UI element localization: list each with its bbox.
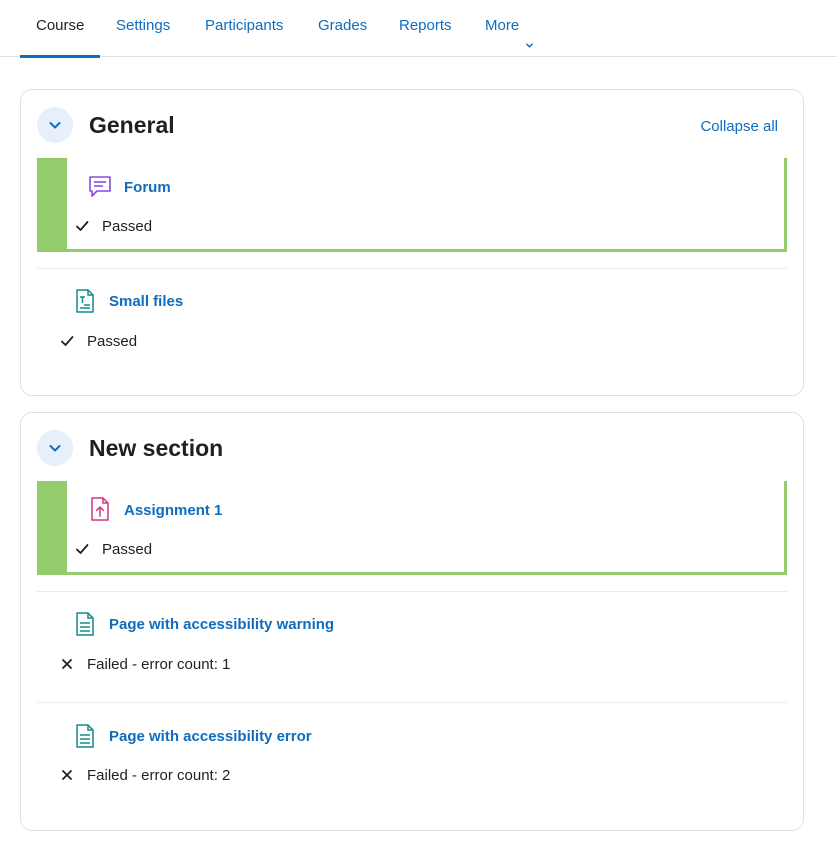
tab-more-label: More <box>485 17 520 34</box>
check-icon <box>60 334 74 348</box>
secondary-navigation: Course Settings Participants Grades Repo… <box>0 0 837 58</box>
completion-highlight-bar <box>37 158 67 252</box>
collapse-all-link[interactable]: Collapse all <box>700 118 778 135</box>
activity-item: Page with accessibility warning Failed -… <box>37 591 787 702</box>
section-collapse-toggle[interactable] <box>37 107 73 143</box>
chevron-down-icon <box>47 117 63 133</box>
activity-name[interactable]: Page with accessibility warning <box>109 616 334 633</box>
chevron-down-icon <box>525 20 534 48</box>
completion-status: Failed - error count: 1 <box>87 656 231 673</box>
activity-item: Page with accessibility error Failed - e… <box>37 702 787 812</box>
tab-more[interactable]: More <box>469 0 550 57</box>
cross-icon <box>60 657 74 671</box>
tab-reports[interactable]: Reports <box>383 0 468 57</box>
activity-name[interactable]: Forum <box>124 179 171 196</box>
chevron-down-icon <box>47 440 63 456</box>
page-icon <box>72 611 98 637</box>
check-icon <box>75 542 89 556</box>
file-icon <box>72 288 98 314</box>
completion-status: Passed <box>87 333 138 350</box>
course-section-new-section: New section Assignment 1 Passed Page wit… <box>20 412 804 831</box>
completion-status: Failed - error count: 2 <box>87 767 231 784</box>
cross-icon <box>60 768 74 782</box>
activity-item: Forum Passed <box>37 158 787 252</box>
section-title: General <box>89 112 175 138</box>
check-icon <box>75 219 89 233</box>
tab-course[interactable]: Course <box>20 0 100 58</box>
forum-icon <box>87 173 113 199</box>
completion-highlight-bar <box>37 481 67 575</box>
tab-participants[interactable]: Participants <box>189 0 299 57</box>
assignment-icon <box>87 496 113 522</box>
activity-name[interactable]: Assignment 1 <box>124 502 222 519</box>
completion-status: Passed <box>102 541 153 558</box>
activity-name[interactable]: Page with accessibility error <box>109 728 312 745</box>
activity-item: Assignment 1 Passed <box>37 481 787 575</box>
completion-status: Passed <box>102 218 153 235</box>
page-icon <box>72 723 98 749</box>
section-title: New section <box>89 435 224 461</box>
activity-item: Small files Passed <box>37 268 787 378</box>
tab-settings[interactable]: Settings <box>100 0 186 57</box>
course-section-general: General Collapse all Forum Passed Small … <box>20 89 804 396</box>
activity-name[interactable]: Small files <box>109 293 183 310</box>
section-collapse-toggle[interactable] <box>37 430 73 466</box>
tab-grades[interactable]: Grades <box>302 0 383 57</box>
